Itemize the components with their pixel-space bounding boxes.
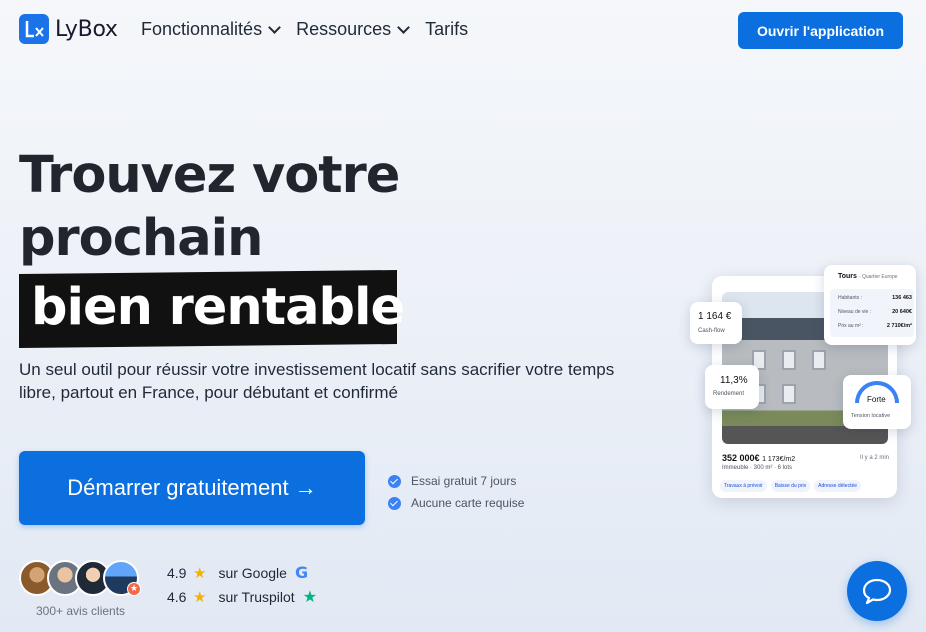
logo-text: LyBox — [55, 16, 118, 42]
city-title: Tours · Quartier Europe — [838, 273, 898, 280]
start-free-button[interactable]: Démarrer gratuitement → — [19, 451, 365, 525]
check-circle-icon — [388, 496, 401, 510]
window-shape — [782, 350, 796, 370]
menu-ressources[interactable]: Ressources — [296, 19, 410, 40]
clients-count: 300+ avis clients — [36, 604, 126, 618]
property-price: 352 000€ 1 173€/m2 — [722, 453, 795, 463]
chip: Adresse détectée — [814, 480, 862, 492]
star-icon: ★ — [193, 589, 207, 606]
tension-label: Tension locative — [851, 413, 891, 419]
rating-source: sur Truspilot — [218, 589, 295, 605]
menu-fonctionnalites[interactable]: Fonctionnalités — [141, 19, 281, 40]
stat-row: Niveau de vie : 20 640€ — [838, 309, 912, 315]
star-badge-icon: ★ — [127, 582, 141, 596]
hero-title-highlight: bien rentable — [31, 278, 405, 337]
top-nav: LyBox Fonctionnalités Ressources Tarifs … — [0, 0, 926, 62]
benefit-item: Essai gratuit 7 jours — [388, 470, 524, 492]
menu-label: Ressources — [296, 19, 392, 39]
city-name: Tours — [838, 273, 857, 280]
price-value: 352 000€ — [722, 453, 760, 463]
tension-card: Forte Tension locative — [843, 375, 911, 429]
rating-source: sur Google — [218, 564, 287, 581]
stat-row: Habitants : 136 463 — [838, 295, 912, 301]
chevron-down-icon — [397, 20, 410, 34]
stat-value: 20 640€ — [892, 309, 912, 315]
chevron-down-icon — [268, 20, 281, 34]
hero-title-line1: Trouvez votre — [19, 146, 400, 205]
hero-title-line2: prochain — [19, 209, 263, 268]
stat-label: Niveau de vie : — [838, 309, 872, 315]
benefit-item: Aucune carte requise — [388, 492, 524, 514]
stat-label: Habitants : — [838, 295, 862, 301]
rating-google[interactable]: 4.9 ★ sur Google G — [167, 563, 308, 582]
city-district: · Quartier Europe — [858, 274, 898, 280]
benefit-text: Aucune carte requise — [411, 496, 525, 510]
price-per-m2: 1 173€/m2 — [762, 456, 796, 463]
property-chips: Travaux à prévoir Baisse du prix Adresse… — [720, 480, 862, 492]
menu-label: Fonctionnalités — [141, 19, 263, 39]
window-shape — [782, 384, 796, 404]
client-avatars: ★ — [19, 560, 141, 596]
rendement-value: 11,3% — [720, 375, 748, 386]
stat-row: Prix au m² : 2 710€/m² — [838, 323, 912, 329]
tension-value: Forte — [867, 395, 886, 404]
rating-score: 4.6 — [167, 589, 187, 605]
chip: Travaux à prévoir — [720, 480, 767, 492]
star-icon: ★ — [193, 564, 207, 582]
property-desc: Immeuble · 300 m² · 6 lots — [722, 465, 793, 471]
google-icon: G — [294, 563, 309, 582]
city-stats-card: Tours · Quartier Europe Habitants : 136 4… — [824, 265, 916, 345]
rendement-card: 11,3% Rendement — [705, 365, 759, 409]
cashflow-value: 1 164 € — [698, 311, 732, 322]
hero-subtitle: Un seul outil pour réussir votre investi… — [19, 360, 615, 402]
menu-label: Tarifs — [425, 19, 469, 39]
rating-trustpilot[interactable]: 4.6 ★ sur Truspilot ★ — [167, 587, 317, 607]
stat-value: 2 710€/m² — [886, 323, 912, 329]
stat-label: Prix au m² : — [838, 323, 864, 329]
check-circle-icon — [388, 474, 401, 488]
trustpilot-icon: ★ — [302, 589, 318, 606]
open-app-button[interactable]: Ouvrir l'application — [738, 12, 903, 49]
rendement-label: Rendement — [713, 391, 745, 397]
city-stats-box: Habitants : 136 463 Niveau de vie : 20 640… — [830, 289, 914, 337]
cashflow-label: Cash-flow — [698, 328, 725, 334]
stat-value: 136 463 — [892, 295, 912, 301]
window-shape — [812, 350, 826, 370]
cashflow-card: 1 164 € Cash-flow — [690, 302, 742, 344]
menu-tarifs[interactable]: Tarifs — [425, 19, 468, 40]
chat-bubble-icon — [862, 578, 892, 605]
avatar: ★ — [103, 560, 141, 596]
chat-button[interactable] — [847, 561, 907, 621]
logo-mark-icon — [19, 14, 49, 44]
chip: Baisse du prix — [770, 480, 811, 492]
main-menu: Fonctionnalités Ressources Tarifs — [141, 19, 468, 40]
rating-score: 4.9 — [167, 564, 187, 581]
benefits-list: Essai gratuit 7 jours Aucune carte requi… — [388, 470, 524, 514]
time-ago: Il y a 2 min — [859, 455, 889, 461]
benefit-text: Essai gratuit 7 jours — [411, 474, 517, 488]
lybox-logo[interactable]: LyBox — [19, 14, 118, 44]
